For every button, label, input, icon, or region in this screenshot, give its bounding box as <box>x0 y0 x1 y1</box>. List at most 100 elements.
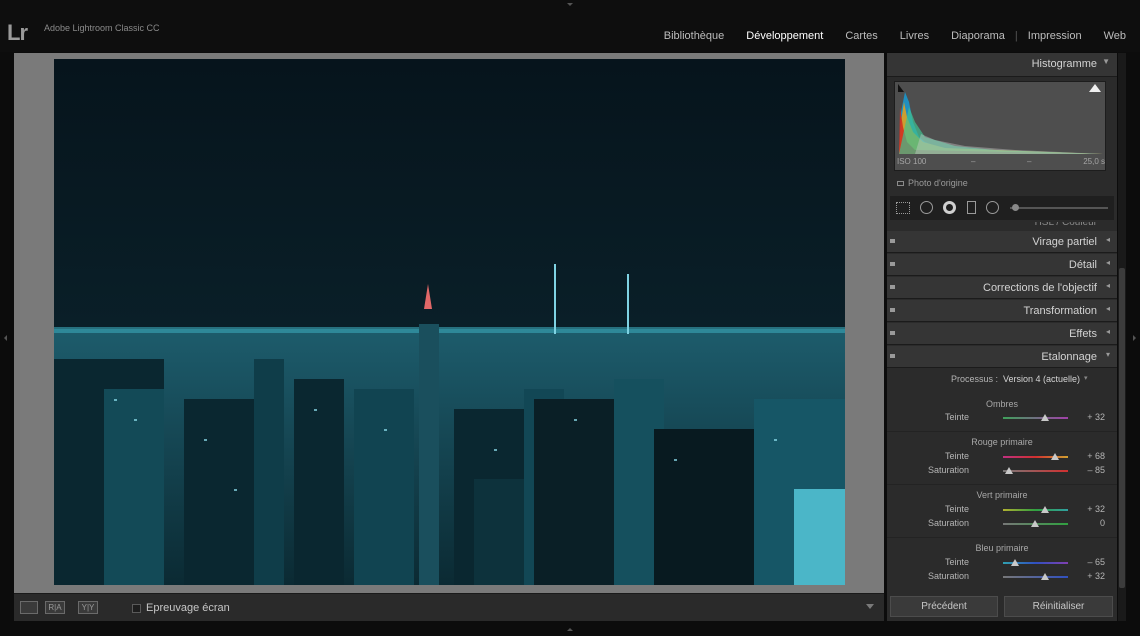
crop-icon[interactable] <box>896 202 910 214</box>
original-photo-toggle[interactable]: Photo d'origine <box>897 178 968 188</box>
red-hue-value[interactable]: + 68 <box>1087 451 1105 461</box>
red-sat-slider[interactable] <box>1003 467 1068 474</box>
shadows-tint-label: Teinte <box>944 412 969 422</box>
panel-split-toning[interactable]: Virage partiel ◂ <box>887 231 1117 253</box>
chevron-down-icon: ▼ <box>1102 57 1110 66</box>
photo-icon <box>897 181 904 187</box>
shadows-tint-row[interactable]: Teinte + 32 <box>887 412 1117 424</box>
slider-knob[interactable] <box>1012 204 1019 211</box>
panel-collapse-icon: ◂ <box>1105 258 1110 267</box>
panel-calibration[interactable]: Etalonnage ▾ <box>887 346 1117 368</box>
green-sat-value[interactable]: 0 <box>1100 518 1105 528</box>
checkbox-icon[interactable] <box>132 603 141 613</box>
radial-filter-icon[interactable] <box>986 201 999 214</box>
blue-hue-value[interactable]: – 65 <box>1087 557 1105 567</box>
panel-effects[interactable]: Effets ◂ <box>887 323 1117 345</box>
slider-knob <box>1041 573 1049 580</box>
blue-sat-label: Saturation <box>927 571 969 581</box>
process-row[interactable]: Processus : Version 4 (actuelle) ▾ <box>887 374 1117 386</box>
red-hue-slider[interactable] <box>1003 453 1068 460</box>
soft-proof-label: Epreuvage écran <box>146 602 230 614</box>
process-value[interactable]: Version 4 (actuelle) <box>1003 374 1080 384</box>
tool-strip <box>890 196 1114 220</box>
green-hue-slider[interactable] <box>1003 506 1068 513</box>
green-sat-slider[interactable] <box>1003 520 1068 527</box>
green-primary-title: Vert primaire <box>976 490 1028 500</box>
module-separator: | <box>1014 30 1018 42</box>
module-map[interactable]: Cartes <box>845 30 877 42</box>
blue-primary-title: Bleu primaire <box>975 543 1029 553</box>
module-print[interactable]: Impression <box>1028 30 1082 42</box>
slider-knob <box>1031 520 1039 527</box>
module-develop[interactable]: Développement <box>746 30 823 42</box>
slider-knob <box>1011 559 1019 566</box>
bottom-toolbar: R|A Y|Y Epreuvage écran <box>14 593 884 621</box>
blue-hue-label: Teinte <box>944 557 969 567</box>
slider-knob <box>1051 453 1059 460</box>
red-hue-label: Teinte <box>944 451 969 461</box>
toolbar-menu-icon[interactable] <box>866 604 874 609</box>
red-hue-row[interactable]: Teinte + 68 <box>887 451 1117 463</box>
photo-view <box>14 53 884 593</box>
panel-scrollbar[interactable] <box>1118 53 1126 621</box>
red-sat-value[interactable]: – 85 <box>1087 465 1105 475</box>
module-library[interactable]: Bibliothèque <box>664 30 725 42</box>
red-primary-title: Rouge primaire <box>971 437 1033 447</box>
green-sat-label: Saturation <box>927 518 969 528</box>
yy-view-icon[interactable]: Y|Y <box>78 601 98 614</box>
shadows-title: Ombres <box>985 399 1018 409</box>
loupe-view-icon[interactable] <box>20 601 38 614</box>
iso-value: ISO 100 <box>897 157 927 166</box>
shutter-value: 25,0 s <box>1083 157 1105 166</box>
red-sat-row[interactable]: Saturation – 85 <box>887 465 1117 477</box>
graduated-filter-icon[interactable] <box>967 201 976 214</box>
right-panel-toggle-icon[interactable] <box>1133 335 1136 341</box>
spot-removal-icon[interactable] <box>920 201 933 214</box>
green-hue-value[interactable]: + 32 <box>1087 504 1105 514</box>
left-panel-toggle-icon[interactable] <box>4 335 7 341</box>
green-sat-row[interactable]: Saturation 0 <box>887 518 1117 530</box>
panel-detail[interactable]: Détail ◂ <box>887 254 1117 276</box>
brush-slider-icon[interactable] <box>1010 207 1108 209</box>
slider-knob <box>1041 506 1049 513</box>
top-bar: Lr Adobe Lightroom Classic CC Bibliothèq… <box>0 0 1140 52</box>
histogram-title: Histogramme <box>1031 58 1097 70</box>
module-web[interactable]: Web <box>1104 30 1126 42</box>
red-eye-icon[interactable] <box>943 201 956 214</box>
module-book[interactable]: Livres <box>900 30 929 42</box>
blue-hue-row[interactable]: Teinte – 65 <box>887 557 1117 569</box>
chevron-down-icon: ▾ <box>1084 375 1088 382</box>
panel-collapse-icon: ◂ <box>1105 304 1110 313</box>
photo-image <box>54 59 845 585</box>
app-title: Adobe Lightroom Classic CC <box>44 23 160 33</box>
previous-button[interactable]: Précédent <box>890 596 998 617</box>
hsl-panel-partial[interactable]: HSL / Couleur <box>887 222 1117 231</box>
shadows-tint-slider[interactable] <box>1003 414 1068 421</box>
develop-panel: Histogramme ▼ ISO 100 – – 25,0 s Photo d… <box>887 53 1117 621</box>
reset-button[interactable]: Réinitialiser <box>1004 596 1113 617</box>
red-sat-label: Saturation <box>927 465 969 475</box>
soft-proof-toggle[interactable]: Epreuvage écran <box>132 602 230 614</box>
process-label: Processus : <box>950 374 998 384</box>
panel-expand-icon: ▾ <box>1105 350 1110 359</box>
panel-transform[interactable]: Transformation ◂ <box>887 300 1117 322</box>
panel-collapse-icon: ◂ <box>1105 327 1110 336</box>
blue-sat-value[interactable]: + 32 <box>1087 571 1105 581</box>
scrollbar-thumb[interactable] <box>1119 268 1125 588</box>
aperture-value: – <box>971 157 976 166</box>
blue-hue-slider[interactable] <box>1003 559 1068 566</box>
green-hue-row[interactable]: Teinte + 32 <box>887 504 1117 516</box>
panel-lens-corrections[interactable]: Corrections de l'objectif ◂ <box>887 277 1117 299</box>
panel-collapse-icon: ◂ <box>1105 281 1110 290</box>
module-picker: Bibliothèque Développement Cartes Livres… <box>642 30 1126 42</box>
blue-sat-row[interactable]: Saturation + 32 <box>887 571 1117 583</box>
before-after-icon[interactable]: R|A <box>45 601 65 614</box>
bottom-panel-toggle-icon[interactable] <box>567 628 573 631</box>
lightroom-logo: Lr <box>7 20 28 45</box>
histogram-header[interactable]: Histogramme ▼ <box>887 53 1117 77</box>
top-panel-toggle-icon[interactable] <box>567 3 573 6</box>
panel-collapse-icon: ◂ <box>1105 235 1110 244</box>
shadows-tint-value[interactable]: + 32 <box>1087 412 1105 422</box>
module-slideshow[interactable]: Diaporama <box>951 30 1005 42</box>
blue-sat-slider[interactable] <box>1003 573 1068 580</box>
